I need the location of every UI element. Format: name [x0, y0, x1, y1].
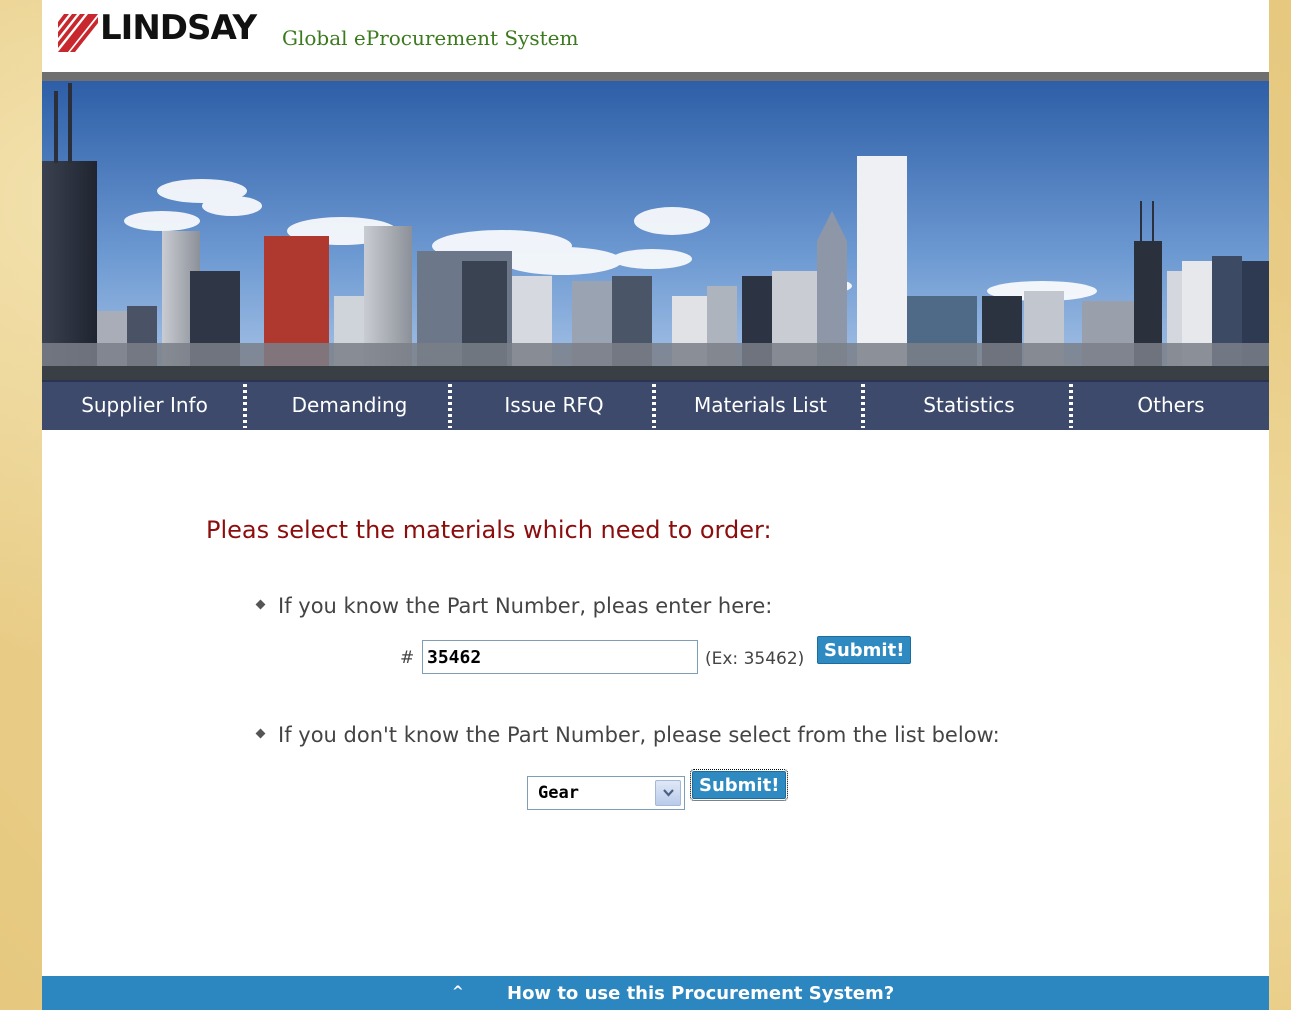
material-select[interactable]: Gear: [527, 776, 685, 810]
nav-others[interactable]: Others: [1073, 382, 1269, 428]
brand-subtitle: Global eProcurement System: [282, 26, 579, 50]
nav-statistics[interactable]: Statistics: [865, 382, 1073, 428]
page-heading: Pleas select the materials which need to…: [206, 516, 772, 544]
nav-supplier-info[interactable]: Supplier Info: [42, 382, 247, 428]
list-select-instruction-text: If you don't know the Part Number, pleas…: [278, 723, 1000, 747]
part-number-input[interactable]: [422, 640, 698, 674]
help-bar[interactable]: ^ How to use this Procurement System?: [42, 976, 1269, 1010]
main-nav: Supplier Info Demanding Issue RFQ Materi…: [42, 380, 1269, 430]
bullet-icon: [255, 728, 266, 738]
bullet-icon: [255, 599, 266, 609]
material-select-value: Gear: [538, 783, 579, 803]
header-divider: [42, 72, 1269, 81]
part-number-instruction-text: If you know the Part Number, pleas enter…: [278, 594, 773, 618]
brand-name: LINDSAY: [100, 8, 257, 48]
nav-materials-list[interactable]: Materials List: [656, 382, 865, 428]
list-select-instruction: If you don't know the Part Number, pleas…: [255, 723, 1000, 747]
nav-issue-rfq[interactable]: Issue RFQ: [452, 382, 656, 428]
lindsay-logo-icon: [58, 14, 98, 52]
skyline-banner-image: [42, 81, 1269, 380]
site-header: LINDSAY Global eProcurement System: [42, 0, 1269, 72]
help-link[interactable]: How to use this Procurement System?: [507, 983, 894, 1004]
nav-demanding[interactable]: Demanding: [247, 382, 452, 428]
part-number-instruction: If you know the Part Number, pleas enter…: [255, 594, 773, 618]
page-container: LINDSAY Global eProcurement System Suppl…: [42, 0, 1269, 1010]
part-number-submit-button[interactable]: Submit!: [817, 636, 912, 664]
chevron-down-icon[interactable]: [655, 780, 681, 806]
part-number-example: (Ex: 35462): [705, 649, 805, 669]
hash-label: #: [400, 648, 415, 668]
list-select-submit-button[interactable]: Submit!: [689, 769, 789, 801]
caret-up-icon: ^: [452, 984, 464, 1000]
